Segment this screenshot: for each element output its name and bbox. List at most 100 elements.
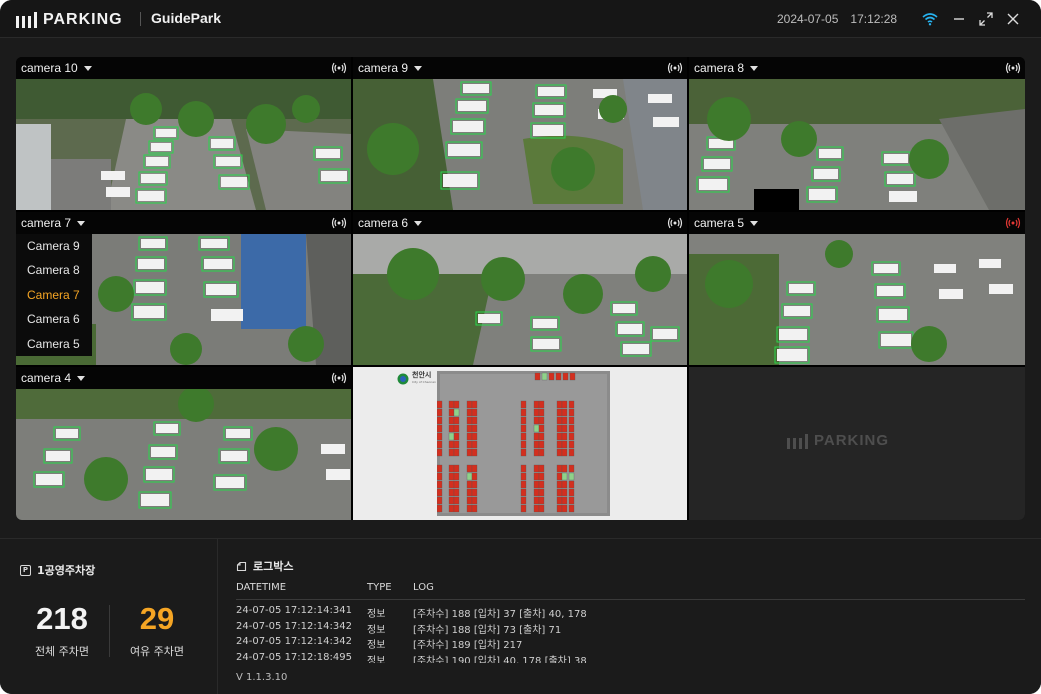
parking-slot [541, 372, 548, 381]
parking-slot [568, 408, 575, 417]
lot-title: P 1공영주차장 [20, 562, 95, 578]
parking-slot [533, 496, 540, 505]
parking-slot [538, 496, 545, 505]
camera-grid: camera 10 camera 9 camera 8 camera 7 Cam… [16, 57, 1025, 520]
camera-tile[interactable]: camera 8 [689, 57, 1025, 210]
parking-slot [533, 464, 540, 473]
parking-slot [556, 440, 563, 449]
dropdown-item[interactable]: Camera 8 [16, 258, 92, 282]
chevron-down-icon[interactable] [83, 65, 92, 71]
camera-name[interactable]: camera 9 [358, 61, 408, 75]
log-type: 정보 [367, 640, 386, 652]
city-emblem-icon [397, 373, 409, 385]
minimize-icon[interactable] [950, 10, 968, 28]
city-logo: 천안시 City of Cheonan [397, 372, 436, 386]
chevron-down-icon[interactable] [77, 375, 86, 381]
log-datetime: 24-07-05 17:12:14:341 [236, 605, 352, 616]
chevron-down-icon[interactable] [414, 220, 423, 226]
parking-slot [561, 408, 568, 417]
log-table-body[interactable]: 24-07-05 17:12:14:341 정보 [주차수] 188 [입차] … [236, 605, 1025, 663]
camera-tile[interactable]: camera 9 [353, 57, 687, 210]
camera-name[interactable]: camera 4 [21, 371, 71, 385]
brand-logo: PARKING [16, 11, 123, 29]
parking-slot [556, 400, 563, 409]
parking-slot [568, 440, 575, 449]
signal-icon [331, 372, 347, 384]
parking-slot [466, 464, 473, 473]
parking-slot [561, 504, 568, 513]
parking-map-tile[interactable]: 천안시 City of Cheonan [353, 367, 687, 520]
dropdown-item[interactable]: Camera 6 [16, 307, 92, 331]
title-divider [140, 12, 141, 26]
chevron-down-icon[interactable] [414, 65, 423, 71]
parking-slot [561, 480, 568, 489]
camera-name[interactable]: camera 8 [694, 61, 744, 75]
camera-name[interactable]: camera 10 [21, 61, 78, 75]
parking-slot [533, 488, 540, 497]
parking-slot [568, 488, 575, 497]
parking-slot [520, 408, 527, 417]
parking-slot [561, 432, 568, 441]
dropdown-item[interactable]: Camera 5 [16, 332, 92, 356]
parking-slot [556, 424, 563, 433]
log-type: 정보 [367, 609, 386, 620]
parking-slot [538, 416, 545, 425]
camera-tile[interactable]: camera 7 Camera 9 Camera 8 Camera 7 Came… [16, 212, 351, 365]
parking-slot [533, 432, 540, 441]
available-spaces-label: 여유 주차면 [129, 645, 185, 658]
parking-slot [538, 504, 545, 513]
parking-slot [453, 440, 460, 449]
close-icon[interactable] [1004, 10, 1022, 28]
parking-slot [533, 480, 540, 489]
parking-slot [437, 448, 443, 457]
camera-name[interactable]: camera 6 [358, 216, 408, 230]
parking-lot-summary: P 1공영주차장 218 전체 주차면 29 여유 주차면 [0, 539, 218, 694]
camera-header: camera 7 [16, 212, 351, 234]
parking-slot [520, 496, 527, 505]
parking-slot [471, 488, 478, 497]
chevron-down-icon[interactable] [750, 65, 759, 71]
parking-slot [533, 400, 540, 409]
camera-tile[interactable]: camera 4 [16, 367, 351, 520]
lot-name: 1공영주차장 [37, 564, 96, 577]
parking-slot [533, 416, 540, 425]
log-datetime: 24-07-05 17:12:14:342 [236, 620, 352, 632]
parking-slot [568, 496, 575, 505]
parking-slot [437, 400, 443, 409]
dropdown-item-selected[interactable]: Camera 7 [16, 283, 92, 307]
camera-feed [689, 234, 1025, 365]
parking-slot [568, 432, 575, 441]
parking-slot [453, 416, 460, 425]
wifi-icon [922, 13, 938, 26]
parking-slot [471, 464, 478, 473]
parking-slot [561, 464, 568, 473]
parking-slot [533, 408, 540, 417]
parking-slot [520, 440, 527, 449]
signal-icon [1005, 62, 1021, 74]
title-bar: PARKING GuidePark 2024-07-05 17:12:28 [0, 0, 1041, 38]
camera-tile[interactable]: camera 5 [689, 212, 1025, 365]
parking-slot [520, 504, 527, 513]
chevron-down-icon[interactable] [750, 220, 759, 226]
parking-slot [471, 440, 478, 449]
log-box: 로그박스 DATETIME TYPE LOG 24-07-05 17:12:14… [236, 539, 1025, 694]
log-row: 24-07-05 17:12:14:342 정보 [주차수] 188 [입차] … [236, 621, 1025, 637]
dropdown-item[interactable]: Camera 9 [16, 234, 92, 258]
camera-name[interactable]: camera 5 [694, 216, 744, 230]
parking-slot [556, 432, 563, 441]
restore-icon[interactable] [977, 10, 995, 28]
parking-slot [466, 416, 473, 425]
parking-slot [437, 496, 443, 505]
signal-icon [667, 217, 683, 229]
parking-slot [556, 472, 563, 481]
camera-tile[interactable]: camera 6 [353, 212, 687, 365]
camera-name[interactable]: camera 7 [21, 216, 71, 230]
parking-slot [453, 448, 460, 457]
camera-tile[interactable]: camera 10 [16, 57, 351, 210]
chevron-down-icon[interactable] [77, 220, 86, 226]
parking-slot [520, 448, 527, 457]
parking-slot [471, 448, 478, 457]
available-spaces-value: 29 [139, 601, 175, 636]
parking-slot [561, 440, 568, 449]
camera-header: camera 4 [16, 367, 351, 389]
